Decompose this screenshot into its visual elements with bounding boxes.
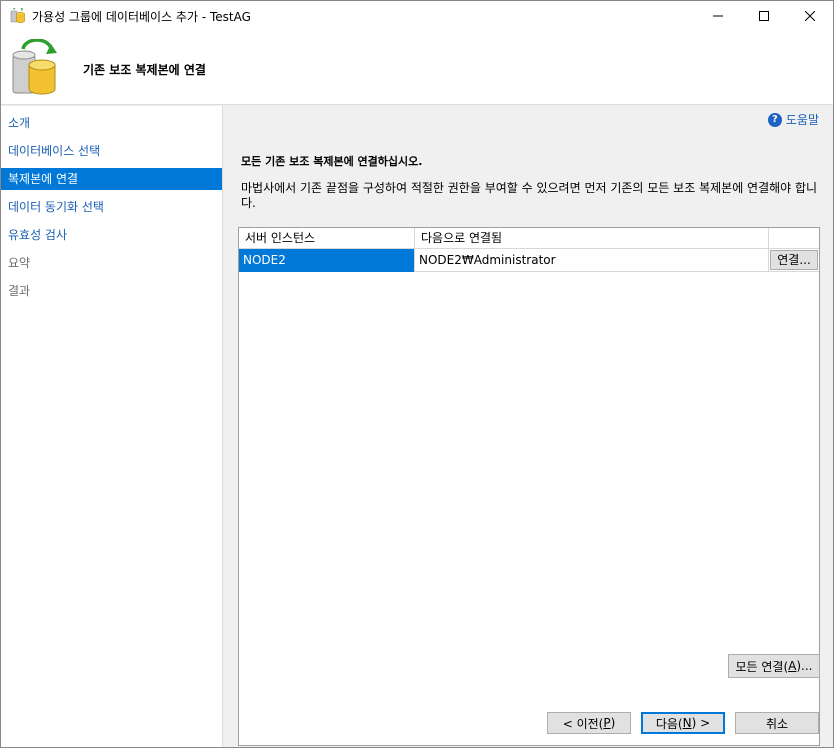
window-controls — [695, 1, 833, 31]
database-wizard-icon — [10, 5, 26, 24]
connect-all-suffix: )... — [796, 659, 813, 673]
previous-label: < 이전( — [562, 716, 604, 731]
table-row[interactable]: NODE2 NODE2₩Administrator 연결... — [239, 249, 819, 272]
content-pane: ? 도움말 모든 기존 보조 복제본에 연결하십시오. 마법사에서 기존 끝점을… — [224, 106, 833, 747]
sidebar-item-summary: 요약 — [8, 256, 31, 270]
sidebar-item-intro[interactable]: 소개 — [1, 112, 222, 134]
previous-accesskey: P — [603, 716, 611, 730]
close-icon — [805, 11, 815, 21]
next-accesskey: N — [682, 716, 692, 730]
next-suffix: ) > — [691, 716, 711, 730]
wizard-nav: 소개 데이터베이스 선택 복제본에 연결 데이터 동기화 선택 유효성 검사 요… — [1, 106, 223, 747]
server-instance-cell[interactable]: NODE2 — [239, 249, 415, 272]
connect-all-button[interactable]: 모든 연결(A)... — [728, 654, 820, 678]
help-link[interactable]: ? 도움말 — [767, 111, 819, 128]
next-label: 다음( — [655, 716, 683, 731]
minimize-button[interactable] — [695, 1, 741, 31]
column-header-connected-as[interactable]: 다음으로 연결됨 — [415, 228, 769, 249]
page-title: 기존 보조 복제본에 연결 — [83, 63, 206, 77]
wizard-window: 가용성 그룹에 데이터베이스 추가 - TestAG 기존 보조 복제본에 연결… — [0, 0, 834, 748]
window-title: 가용성 그룹에 데이터베이스 추가 - TestAG — [32, 9, 251, 24]
sidebar-item-results: 결과 — [8, 284, 31, 298]
column-header-action — [769, 228, 819, 249]
sidebar-item-data-sync[interactable]: 데이터 동기화 선택 — [1, 196, 222, 218]
next-button[interactable]: 다음(N) > — [641, 712, 725, 734]
wizard-header: 기존 보조 복제본에 연결 — [1, 31, 833, 105]
connected-as-cell[interactable]: NODE2₩Administrator — [415, 249, 769, 272]
help-label: 도움말 — [785, 113, 819, 127]
grid-header: 서버 인스턴스 다음으로 연결됨 — [239, 228, 819, 249]
sidebar-item-validation[interactable]: 유효성 검사 — [1, 224, 222, 246]
minimize-icon — [713, 15, 723, 17]
maximize-icon — [759, 11, 769, 21]
previous-suffix: ) — [610, 716, 616, 730]
connect-all-label: 모든 연결( — [735, 659, 789, 674]
database-sync-icon — [11, 38, 63, 97]
maximize-button[interactable] — [741, 1, 787, 31]
column-header-server-instance[interactable]: 서버 인스턴스 — [239, 228, 415, 249]
help-icon: ? — [767, 112, 782, 127]
previous-button[interactable]: < 이전(P) — [547, 712, 631, 734]
connect-all-accesskey: A — [788, 659, 797, 673]
cancel-button[interactable]: 취소 — [735, 712, 819, 734]
sidebar-item-select-databases[interactable]: 데이터베이스 선택 — [1, 140, 222, 162]
instruction-title: 모든 기존 보조 복제본에 연결하십시오. — [241, 155, 423, 168]
sidebar-item-connect-replicas[interactable]: 복제본에 연결 — [1, 168, 222, 190]
connect-button[interactable]: 연결... — [770, 250, 818, 270]
title-bar[interactable]: 가용성 그룹에 데이터베이스 추가 - TestAG — [1, 1, 833, 31]
action-cell: 연결... — [769, 249, 819, 272]
instruction-description: 마법사에서 기존 끝점을 구성하여 적절한 권한을 부여할 수 있으려면 먼저 … — [241, 181, 818, 210]
close-button[interactable] — [787, 1, 833, 31]
